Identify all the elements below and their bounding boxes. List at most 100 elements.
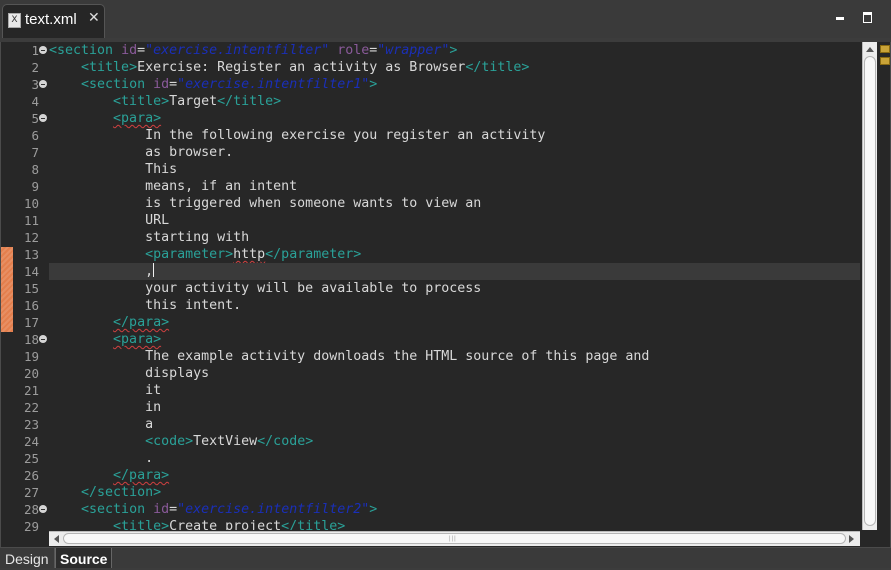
editor-mode-tabs: Design Source [0, 548, 891, 568]
code-line[interactable]: is triggered when someone wants to view … [49, 195, 860, 212]
indentation [49, 502, 81, 517]
editor-tab-title[interactable]: text.xml [25, 11, 77, 28]
code-line[interactable]: <parameter>http</parameter> [49, 246, 860, 263]
xml-tag: <title> [81, 60, 138, 75]
line-number: 1 [31, 43, 39, 58]
indentation [49, 519, 113, 530]
scroll-right-arrow-icon[interactable] [846, 534, 856, 544]
text-content: starting with [145, 230, 250, 245]
code-line[interactable]: displays [49, 365, 860, 382]
fold-collapse-icon[interactable] [39, 46, 47, 54]
indentation [49, 434, 145, 449]
line-number: 13 [23, 247, 39, 262]
vertical-scrollbar[interactable] [862, 42, 877, 530]
fold-collapse-icon[interactable] [39, 335, 47, 343]
line-number: 28 [23, 502, 39, 517]
attribute-name: id [153, 77, 170, 92]
fold-collapse-icon[interactable] [39, 114, 47, 122]
code-line[interactable]: a [49, 416, 860, 433]
code-line[interactable]: URL [49, 212, 860, 229]
xml-tag: </code> [257, 434, 314, 449]
indentation [49, 366, 145, 381]
line-number: 24 [23, 434, 39, 449]
code-line[interactable]: <section id="exercise.intentfilter1"> [49, 76, 860, 93]
xml-tag: </title> [465, 60, 530, 75]
xml-tag: </section> [81, 485, 162, 500]
code-line[interactable]: </section> [49, 484, 860, 501]
indentation [49, 383, 145, 398]
change-marker[interactable] [1, 247, 13, 332]
overview-warning-marker[interactable] [880, 57, 890, 65]
line-number: 4 [31, 94, 39, 109]
code-line[interactable]: </para> [49, 314, 860, 331]
code-line[interactable]: this intent. [49, 297, 860, 314]
code-line[interactable]: starting with [49, 229, 860, 246]
line-number: 29 [23, 519, 39, 534]
indentation [49, 451, 145, 466]
code-line[interactable]: In the following exercise you register a… [49, 127, 860, 144]
scroll-up-arrow-icon[interactable] [865, 44, 875, 54]
code-line[interactable]: <section id="exercise.intentfilter2"> [49, 501, 860, 518]
indentation [49, 60, 81, 75]
xml-tag: <section [81, 502, 154, 517]
indentation [49, 77, 81, 92]
line-number: 22 [23, 400, 39, 415]
editor-tab-text-xml[interactable]: X text.xml ✕ [2, 4, 105, 38]
text-content: Create project [169, 519, 282, 530]
line-number: 9 [31, 179, 39, 194]
code-line[interactable]: <section id="exercise.intentfilter" role… [49, 42, 860, 59]
fold-collapse-icon[interactable] [39, 80, 47, 88]
indentation [49, 213, 145, 228]
code-line[interactable]: The example activity downloads the HTML … [49, 348, 860, 365]
code-line[interactable]: your activity will be available to proce… [49, 280, 860, 297]
line-number: 8 [31, 162, 39, 177]
code-line[interactable]: <para> [49, 110, 860, 127]
code-line[interactable]: <title>Exercise: Register an activity as… [49, 59, 860, 76]
text-content: displays [145, 366, 210, 381]
vertical-scroll-thumb[interactable] [864, 56, 876, 526]
line-number: 7 [31, 145, 39, 160]
equals-sign: = [169, 502, 178, 517]
code-line[interactable]: means, if an intent [49, 178, 860, 195]
code-line[interactable]: <title>Target</title> [49, 93, 860, 110]
attribute-name: role [337, 43, 370, 58]
code-line[interactable]: in [49, 399, 860, 416]
indentation [49, 400, 145, 415]
indentation [49, 111, 113, 126]
code-line[interactable]: <title>Create project</title> [49, 518, 860, 530]
code-line[interactable]: <code>TextView</code> [49, 433, 860, 450]
scroll-left-arrow-icon[interactable] [52, 534, 62, 544]
text-content: Exercise: Register an activity as Browse… [137, 60, 466, 75]
xml-tag: </parameter> [265, 247, 362, 262]
text-content: TextView [193, 434, 258, 449]
horizontal-scroll-thumb[interactable]: ||| [63, 533, 846, 544]
text-content: In the following exercise you register a… [145, 128, 546, 143]
code-line[interactable]: it [49, 382, 860, 399]
close-icon[interactable]: ✕ [88, 10, 100, 26]
horizontal-scrollbar[interactable]: ||| [49, 531, 860, 546]
code-line[interactable]: This [49, 161, 860, 178]
xml-tag: > [449, 43, 458, 58]
indentation [49, 298, 145, 313]
tab-design[interactable]: Design [1, 548, 55, 568]
overview-warning-marker[interactable] [880, 45, 890, 53]
text-content: URL [145, 213, 170, 228]
maximize-icon[interactable] [862, 11, 874, 23]
code-line[interactable]: as browser. [49, 144, 860, 161]
source-editor[interactable]: 1 2 3 4 5 6 7 8 9 10 11 12 13 14 15 16 17 18 19 20 21 22 23 24 2… [0, 42, 891, 548]
xml-tag: <title> [113, 519, 170, 530]
minimize-icon[interactable] [834, 11, 846, 23]
code-line[interactable]: <para> [49, 331, 860, 348]
code-text-area[interactable]: <section id="exercise.intentfilter" role… [49, 42, 860, 530]
fold-collapse-icon[interactable] [39, 505, 47, 513]
xml-tag: </para> [113, 315, 170, 330]
attribute-name: id [121, 43, 138, 58]
code-line[interactable]: . [49, 450, 860, 467]
text-content: your activity will be available to proce… [145, 281, 482, 296]
indentation [49, 162, 145, 177]
tab-source[interactable]: Source [55, 548, 112, 568]
code-line[interactable]: </para> [49, 467, 860, 484]
code-line[interactable]: , [49, 263, 860, 280]
indentation [49, 179, 145, 194]
line-number: 20 [23, 366, 39, 381]
